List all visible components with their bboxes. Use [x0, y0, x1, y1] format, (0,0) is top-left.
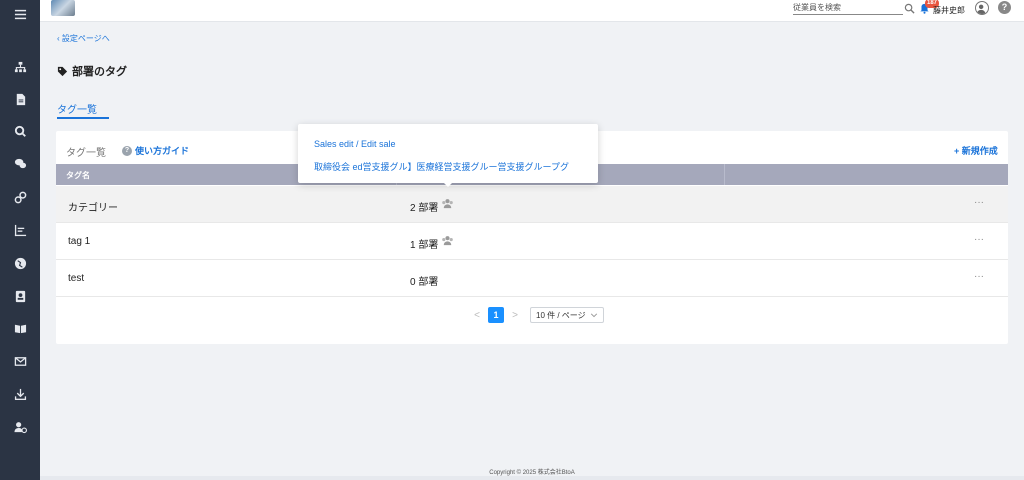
- per-page-value: 10 件 / ページ: [536, 310, 586, 320]
- user-name[interactable]: 藤井史郎: [933, 5, 965, 16]
- page-number-current[interactable]: 1: [488, 307, 504, 323]
- department-count-cell: 1 部署: [410, 240, 439, 251]
- mail-icon[interactable]: [0, 349, 40, 373]
- tag-name-cell: カテゴリー: [68, 203, 118, 214]
- user-settings-icon[interactable]: [0, 415, 40, 439]
- back-to-settings-link[interactable]: ‹ 設定ページへ: [57, 33, 110, 44]
- tag-name-cell: tag 1: [68, 236, 91, 247]
- more-options-icon[interactable]: ···: [974, 234, 984, 245]
- contact-card-icon[interactable]: [0, 284, 40, 308]
- more-options-icon[interactable]: ···: [974, 271, 984, 282]
- department-count-cell: 2 部署: [410, 203, 439, 214]
- page-title-text: 部署のタグ: [72, 66, 127, 78]
- table-row[interactable]: test 0 部署 ···: [56, 260, 1008, 297]
- create-new-button[interactable]: + 新規作成: [954, 144, 998, 157]
- top-header: 187 藤井史郎 ?: [40, 0, 1024, 22]
- tooltip-department-1[interactable]: Sales edit / Edit sale: [314, 139, 396, 149]
- column-divider: [724, 164, 725, 185]
- chat-icon[interactable]: [0, 151, 40, 175]
- next-page-button[interactable]: >: [510, 310, 520, 321]
- company-logo[interactable]: [51, 0, 75, 16]
- help-icon[interactable]: ?: [998, 1, 1011, 14]
- tooltip-department-2[interactable]: 取締役会 ed営支援グル】医療経営支援グルー営支援グループグ: [314, 160, 569, 173]
- usage-guide-link[interactable]: ? 使い方ガイド: [122, 144, 189, 157]
- download-icon[interactable]: [0, 382, 40, 406]
- employee-search-input[interactable]: [793, 1, 903, 15]
- departments-icon[interactable]: [441, 197, 454, 210]
- more-options-icon[interactable]: ···: [974, 197, 984, 208]
- table-row[interactable]: カテゴリー 2 部署 ···: [56, 186, 1008, 223]
- search-icon[interactable]: [904, 3, 915, 14]
- card-title: タグ一覧: [66, 148, 106, 159]
- tab-tag-list[interactable]: タグ一覧: [57, 101, 97, 116]
- horizontal-scrollbar[interactable]: [40, 476, 1024, 480]
- table-row[interactable]: tag 1 1 部署 ···: [56, 223, 1008, 260]
- departments-icon[interactable]: [441, 234, 454, 247]
- bar-chart-icon[interactable]: [0, 218, 40, 242]
- prev-page-button[interactable]: <: [472, 310, 482, 321]
- tab-active-indicator: [57, 117, 109, 119]
- tag-icon: [57, 66, 68, 76]
- search-icon[interactable]: [0, 119, 40, 143]
- column-header-tag-name[interactable]: タグ名: [66, 170, 90, 181]
- book-icon[interactable]: [0, 316, 40, 340]
- tag-name-cell: test: [68, 273, 85, 284]
- user-avatar-icon[interactable]: [975, 1, 989, 15]
- per-page-select[interactable]: 10 件 / ページ: [530, 307, 604, 323]
- pagination: < 1 > 10 件 / ページ: [472, 307, 604, 323]
- department-count-cell: 0 部署: [410, 277, 439, 288]
- globe-icon[interactable]: [0, 251, 40, 275]
- page-title: 部署のタグ: [57, 63, 127, 79]
- tooltip-caret: [443, 182, 453, 187]
- copyright-footer: Copyright © 2025 株式会社BtoA: [489, 470, 575, 476]
- department-tooltip: Sales edit / Edit sale 取締役会 ed営支援グル】医療経営…: [298, 124, 598, 187]
- org-chart-icon[interactable]: [0, 55, 40, 79]
- document-icon[interactable]: [0, 87, 40, 111]
- link-icon[interactable]: [0, 185, 40, 209]
- hamburger-icon[interactable]: [0, 2, 40, 26]
- sidebar: [0, 0, 40, 480]
- question-icon: ?: [122, 145, 132, 156]
- usage-guide-label: 使い方ガイド: [135, 146, 190, 156]
- chevron-down-icon: [590, 313, 597, 318]
- back-link-label: 設定ページへ: [61, 34, 110, 43]
